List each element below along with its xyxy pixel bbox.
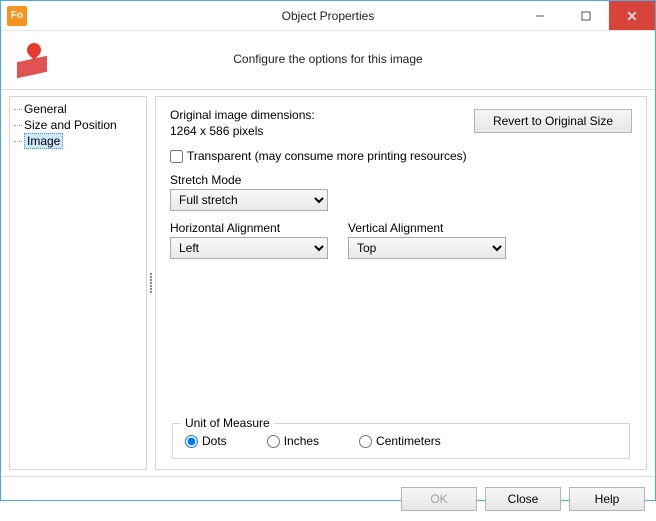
transparent-label: Transparent (may consume more printing r…	[187, 149, 467, 163]
revert-button[interactable]: Revert to Original Size	[474, 109, 632, 133]
unit-radio-centimeters[interactable]	[359, 435, 372, 448]
close-dialog-button[interactable]: Close	[485, 487, 561, 511]
transparent-checkbox[interactable]	[170, 150, 183, 163]
close-button[interactable]	[609, 1, 655, 30]
v-align-label: Vertical Alignment	[348, 221, 506, 235]
dimensions-value: 1264 x 586 pixels	[170, 123, 315, 139]
ok-button: OK	[401, 487, 477, 511]
tree-panel: General Size and Position Image	[9, 96, 147, 470]
titlebar: Fo Object Properties	[1, 1, 655, 31]
unit-option-centimeters[interactable]: Centimeters	[359, 434, 441, 448]
image-settings-panel: Original image dimensions: 1264 x 586 pi…	[155, 96, 647, 470]
h-align-label: Horizontal Alignment	[170, 221, 328, 235]
tree-item-image[interactable]: Image	[12, 133, 144, 149]
unit-legend: Unit of Measure	[181, 416, 274, 430]
v-align-select[interactable]: Top	[348, 237, 506, 259]
banner: Configure the options for this image	[1, 31, 655, 90]
transparent-row[interactable]: Transparent (may consume more printing r…	[170, 149, 632, 163]
tree-item-general[interactable]: General	[12, 101, 144, 117]
h-align-select[interactable]: Left	[170, 237, 328, 259]
minimize-button[interactable]	[517, 1, 563, 30]
dimensions-label: Original image dimensions:	[170, 107, 315, 123]
help-button[interactable]: Help	[569, 487, 645, 511]
pin-icon	[15, 41, 51, 77]
unit-option-inches[interactable]: Inches	[267, 434, 319, 448]
unit-option-dots[interactable]: Dots	[185, 434, 227, 448]
stretch-label: Stretch Mode	[170, 173, 632, 187]
unit-radio-dots[interactable]	[185, 435, 198, 448]
splitter-handle[interactable]	[147, 96, 155, 470]
unit-of-measure-group: Unit of Measure Dots Inches Centimeters	[172, 423, 630, 459]
subtitle: Configure the options for this image	[1, 52, 655, 66]
app-icon: Fo	[7, 6, 27, 26]
stretch-mode-select[interactable]: Full stretch	[170, 189, 328, 211]
content: General Size and Position Image Original…	[1, 90, 655, 470]
maximize-button[interactable]	[563, 1, 609, 30]
window-controls	[517, 1, 655, 30]
footer: OK Close Help	[1, 476, 655, 521]
tree-item-size-and-position[interactable]: Size and Position	[12, 117, 144, 133]
unit-radio-inches[interactable]	[267, 435, 280, 448]
